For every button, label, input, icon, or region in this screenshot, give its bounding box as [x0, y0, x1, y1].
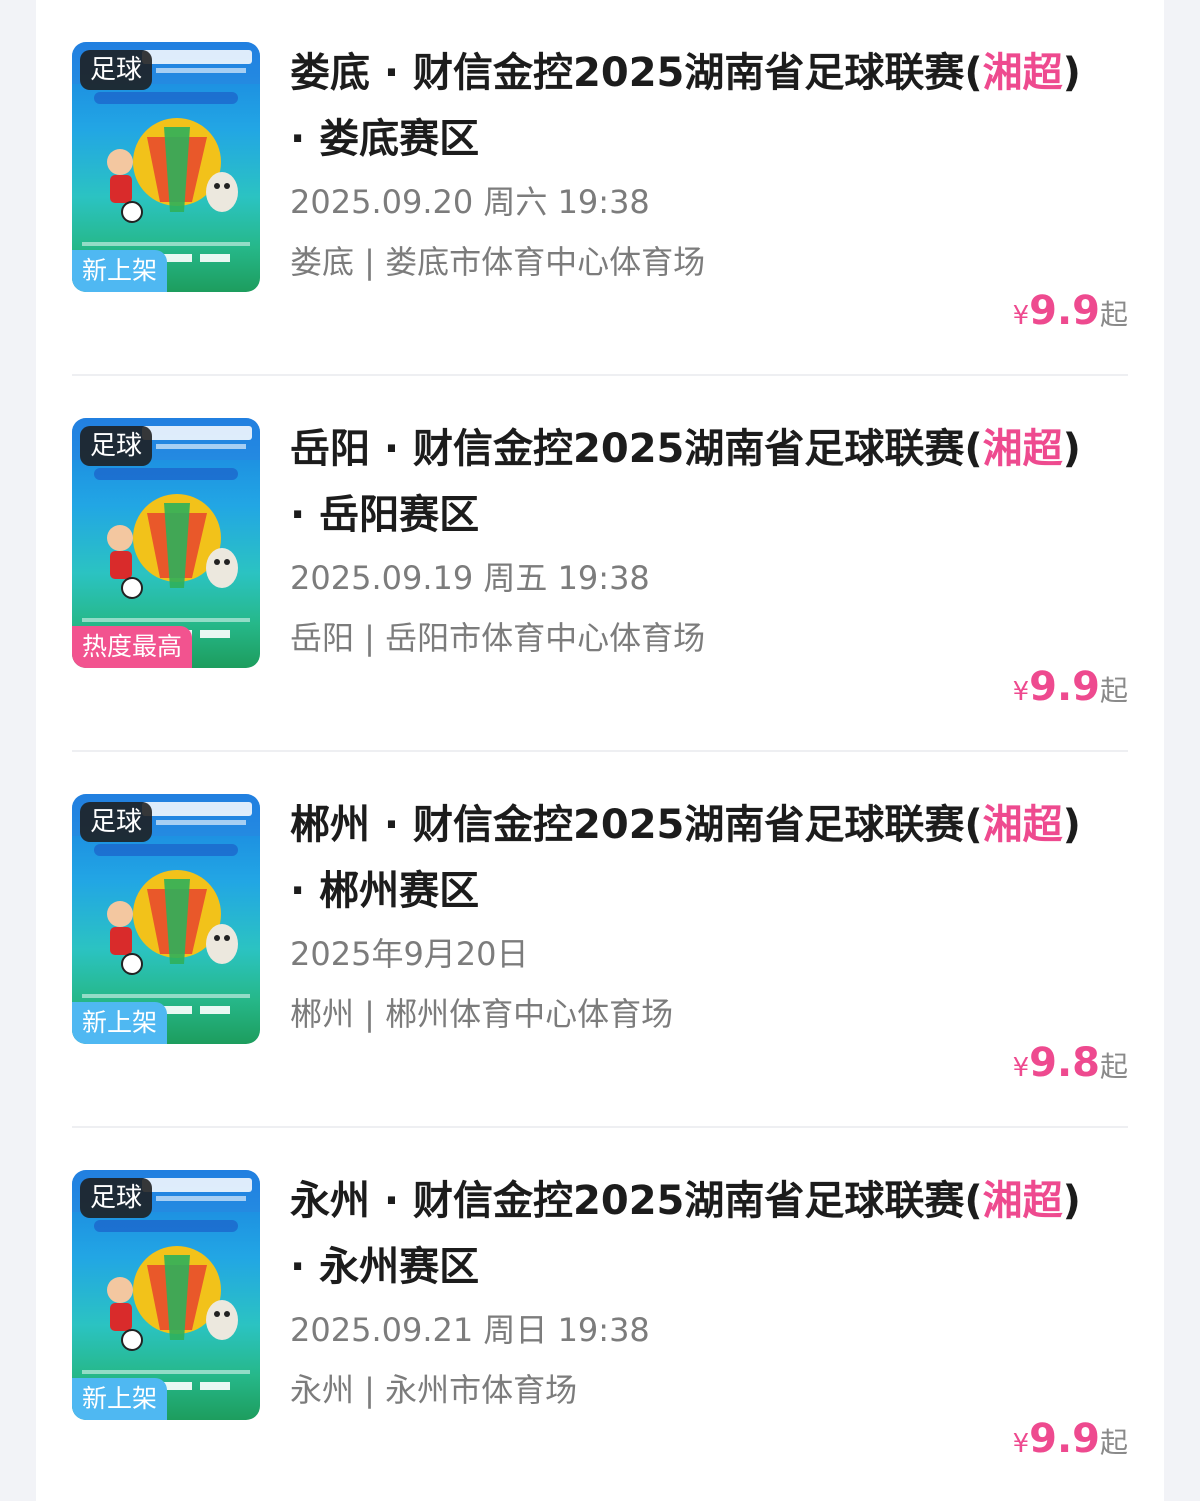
event-venue: 岳阳 | 岳阳市体育中心体育场 [290, 619, 706, 657]
event-price: ¥9.9起 [1013, 1414, 1128, 1472]
event-poster[interactable]: 足球 新上架 [72, 794, 260, 1044]
event-title-part: 郴州 · 财信金控2025湖南省足球联赛( [290, 802, 983, 848]
event-date: 2025.09.21 周日 19:38 [290, 1311, 650, 1349]
new-listing-badge: 新上架 [72, 250, 168, 292]
event-venue: 娄底 | 娄底市体育中心体育场 [290, 243, 706, 281]
event-poster[interactable]: 足球 热度最高 [72, 418, 260, 668]
event-venue: 郴州 | 郴州体育中心体育场 [290, 995, 674, 1033]
currency-symbol: ¥ [1012, 1053, 1030, 1083]
event-title-highlight: 湘超 [982, 802, 1063, 848]
hottest-badge: 热度最高 [72, 626, 193, 668]
price-value: 9.9 [1029, 1416, 1100, 1462]
event-title[interactable]: 岳阳 · 财信金控2025湖南省足球联赛(湘超) · 岳阳赛区 [290, 416, 1090, 548]
sport-tag: 足球 [80, 802, 153, 842]
event-title[interactable]: 永州 · 财信金控2025湖南省足球联赛(湘超) · 永州赛区 [290, 1168, 1090, 1300]
event-poster[interactable]: 足球 新上架 [72, 1170, 260, 1420]
event-title-part: 岳阳 · 财信金控2025湖南省足球联赛( [290, 426, 983, 472]
event-date: 2025年9月20日 [290, 935, 529, 973]
event-title-highlight: 湘超 [982, 50, 1063, 96]
event-date: 2025.09.20 周六 19:38 [290, 183, 650, 221]
event-poster[interactable]: 足球 新上架 [72, 42, 260, 292]
price-suffix: 起 [1099, 298, 1128, 331]
event-title-highlight: 湘超 [982, 426, 1063, 472]
price-value: 9.8 [1029, 1040, 1100, 1086]
event-price: ¥9.9起 [1013, 662, 1128, 720]
currency-symbol: ¥ [1012, 677, 1030, 707]
currency-symbol: ¥ [1012, 301, 1030, 331]
price-suffix: 起 [1099, 1050, 1128, 1083]
sport-tag: 足球 [80, 1178, 153, 1218]
event-price: ¥9.9起 [1013, 286, 1128, 344]
currency-symbol: ¥ [1012, 1429, 1030, 1459]
event-title[interactable]: 娄底 · 财信金控2025湖南省足球联赛(湘超) · 娄底赛区 [290, 40, 1090, 172]
event-title-part: 永州 · 财信金控2025湖南省足球联赛( [290, 1178, 983, 1224]
event-price: ¥9.8起 [1013, 1038, 1128, 1096]
new-listing-badge: 新上架 [72, 1002, 168, 1044]
event-list-card: 足球 新上架 娄底 · 财信金控2025湖南省足球联赛(湘超) · 娄底赛区 2… [36, 0, 1164, 1501]
sport-tag: 足球 [80, 50, 153, 90]
event-item[interactable]: 足球 新上架 娄底 · 财信金控2025湖南省足球联赛(湘超) · 娄底赛区 2… [72, 0, 1128, 376]
event-date: 2025.09.19 周五 19:38 [290, 559, 650, 597]
event-venue: 永州 | 永州市体育场 [290, 1371, 578, 1409]
sport-tag: 足球 [80, 426, 153, 466]
event-title-part: 娄底 · 财信金控2025湖南省足球联赛( [290, 50, 983, 96]
price-value: 9.9 [1029, 288, 1100, 334]
price-value: 9.9 [1029, 664, 1100, 710]
price-suffix: 起 [1099, 1426, 1128, 1459]
event-item[interactable]: 足球 新上架 永州 · 财信金控2025湖南省足球联赛(湘超) · 永州赛区 2… [72, 1128, 1128, 1501]
event-item[interactable]: 足球 热度最高 岳阳 · 财信金控2025湖南省足球联赛(湘超) · 岳阳赛区 … [72, 376, 1128, 752]
price-suffix: 起 [1099, 674, 1128, 707]
new-listing-badge: 新上架 [72, 1378, 168, 1420]
event-title[interactable]: 郴州 · 财信金控2025湖南省足球联赛(湘超) · 郴州赛区 [290, 792, 1090, 924]
event-title-highlight: 湘超 [982, 1178, 1063, 1224]
event-item[interactable]: 足球 新上架 郴州 · 财信金控2025湖南省足球联赛(湘超) · 郴州赛区 2… [72, 752, 1128, 1128]
